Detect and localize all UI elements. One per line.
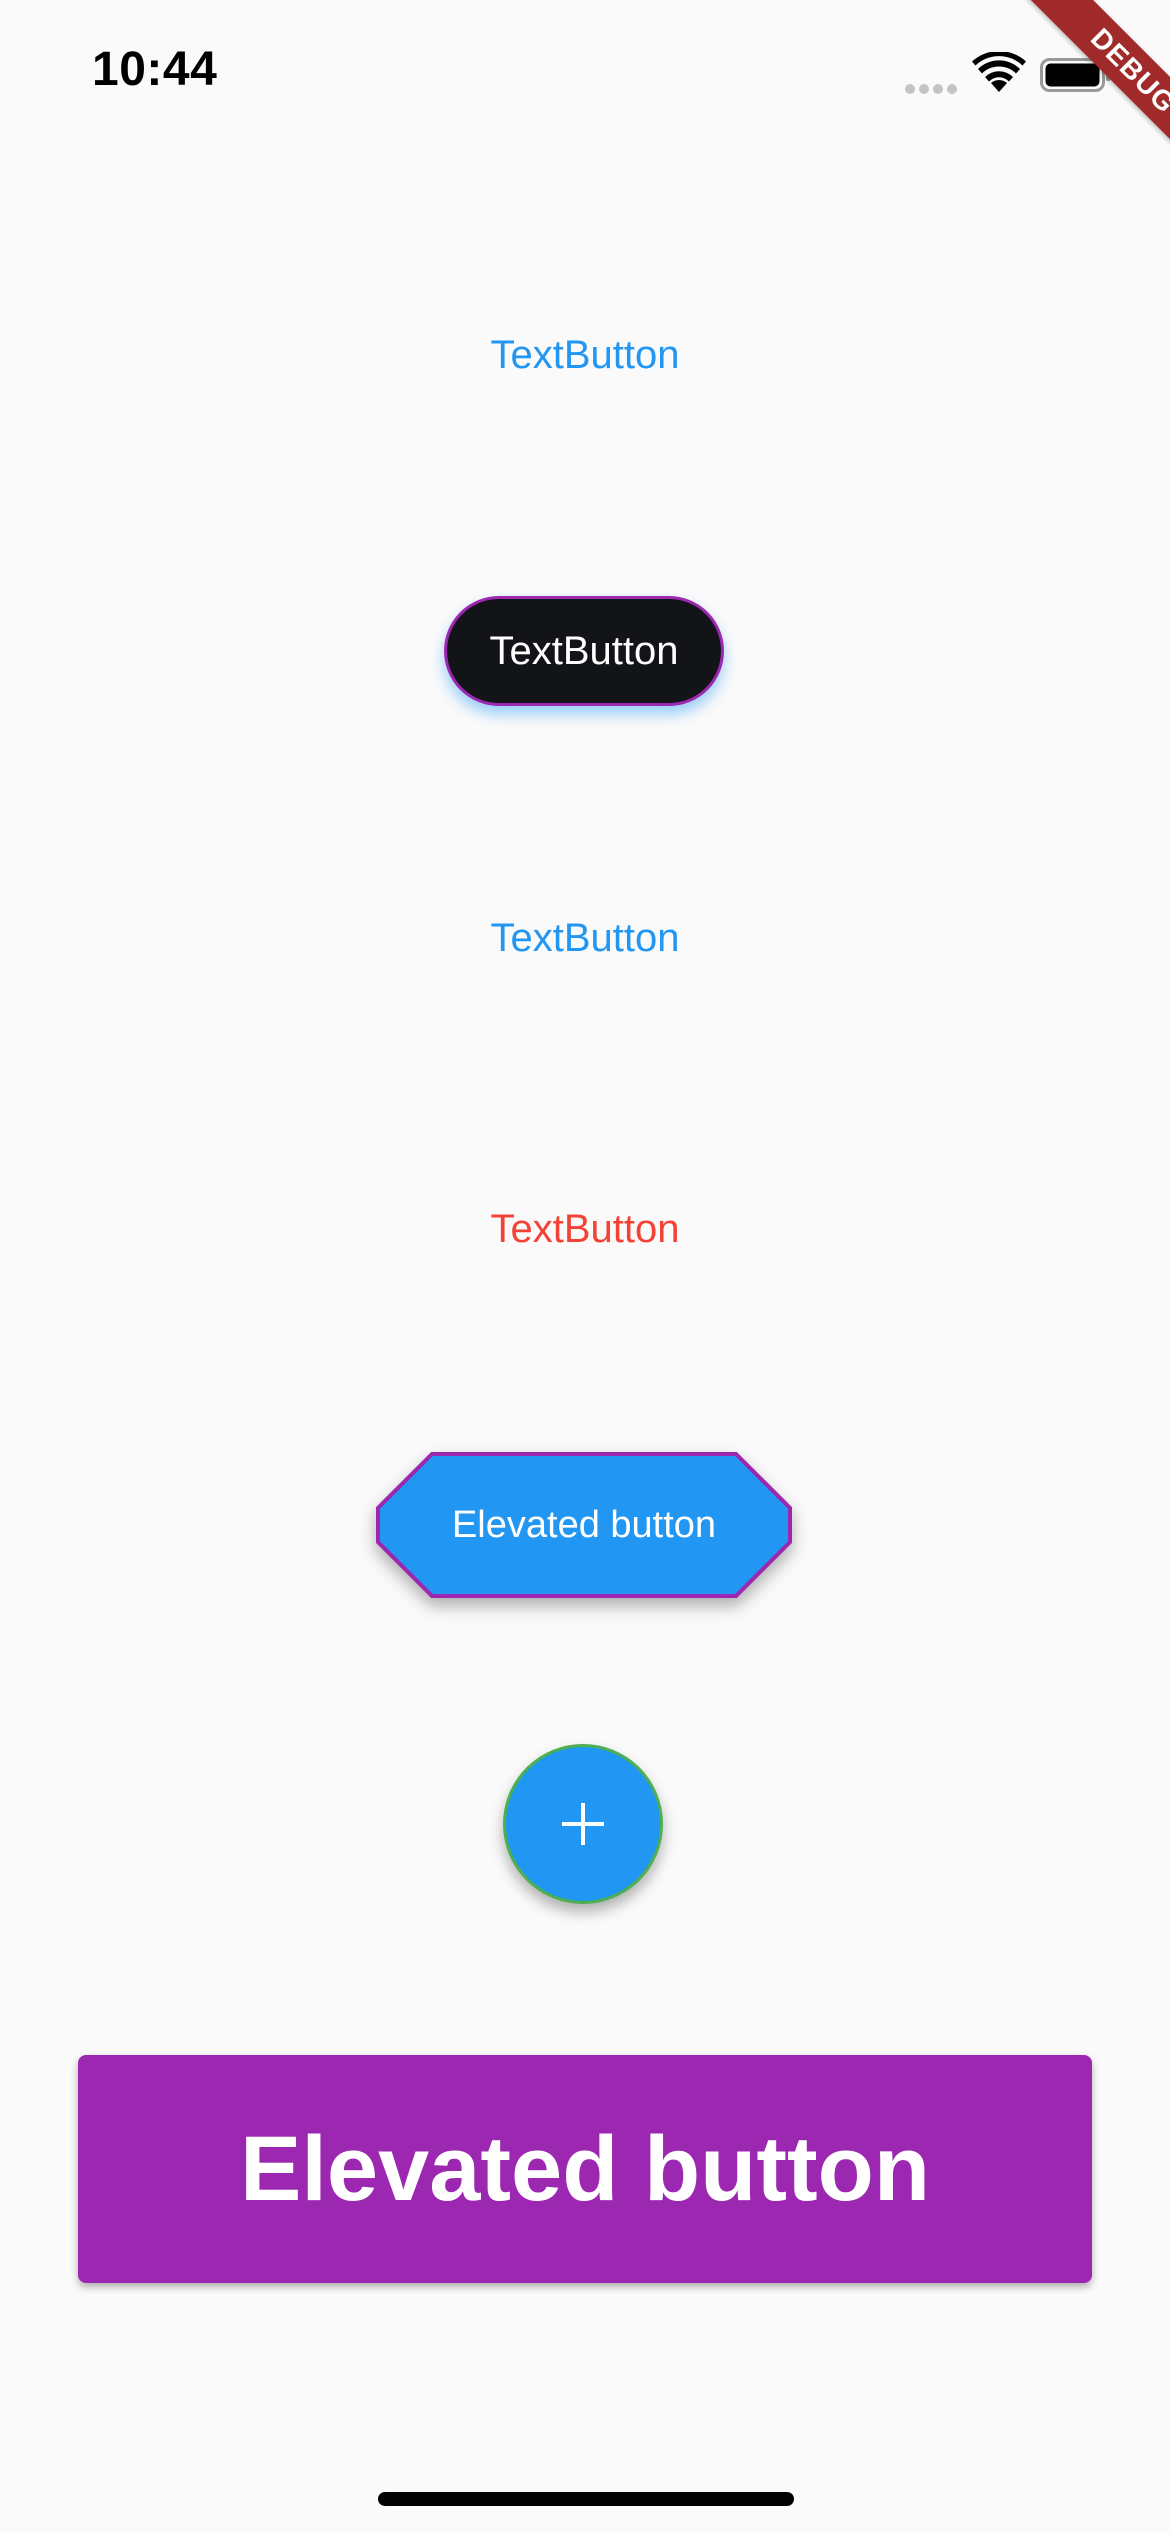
plus-icon [562, 1803, 604, 1845]
text-button-blue-2[interactable]: TextButton [0, 916, 1170, 961]
add-fab-button[interactable] [503, 1744, 663, 1904]
elevated-button-large[interactable]: Elevated button [78, 2055, 1092, 2283]
debug-banner: DEBUG [1011, 0, 1170, 193]
text-button-dark-pill[interactable]: TextButton [444, 596, 724, 706]
wifi-icon [972, 51, 1026, 94]
elevated-octagon-button[interactable]: Elevated button [376, 1452, 792, 1598]
text-button-blue-1[interactable]: TextButton [0, 333, 1170, 378]
status-time: 10:44 [92, 43, 218, 96]
elevated-octagon-label: Elevated button [451, 1503, 717, 1546]
text-button-red[interactable]: TextButton [0, 1207, 1170, 1252]
home-indicator[interactable] [378, 2492, 794, 2506]
signal-dots-icon [905, 84, 957, 94]
